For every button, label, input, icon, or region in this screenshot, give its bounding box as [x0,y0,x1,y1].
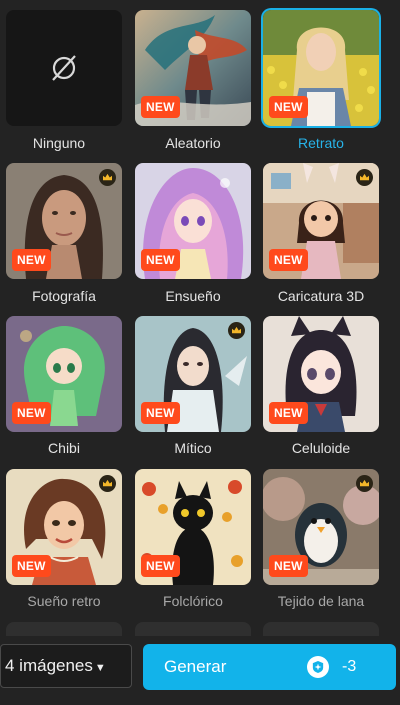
new-badge: NEW [12,555,51,577]
style-tile-caricatura-3d[interactable]: NEW [263,163,379,279]
style-tile-none[interactable] [6,10,122,126]
style-label: Folclórico [163,593,223,609]
style-label: Ensueño [165,288,221,304]
style-label: Chibi [48,440,80,456]
empty-set-icon [52,55,76,81]
new-badge: NEW [269,96,308,118]
style-tile-ensueno[interactable]: NEW [135,163,251,279]
style-label: Retrato [298,135,344,151]
new-badge: NEW [12,402,51,424]
style-label: Tejido de lana [277,593,365,609]
new-badge: NEW [269,402,308,424]
style-tile-retrato[interactable]: NEW [263,10,379,126]
style-tile-sueno-retro[interactable]: NEW [6,469,122,585]
style-label: Caricatura 3D [277,288,365,304]
style-label: Aleatorio [165,135,221,151]
crown-icon [99,475,116,492]
crown-icon [356,169,373,186]
image-count-select[interactable]: 4 imágenes ▼ [0,644,132,688]
image-count-value: 4 imágenes [5,656,93,675]
style-label: Fotografía [32,288,96,304]
credit-cost: -3 [342,658,357,675]
style-tile-aleatorio[interactable]: NEW [135,10,251,126]
style-label: Mítico [174,440,212,456]
crown-icon [228,322,245,339]
style-tile-chibi[interactable]: NEW [6,316,122,432]
new-badge: NEW [12,249,51,271]
crown-icon [99,169,116,186]
style-tile-fotografia[interactable]: NEW [6,163,122,279]
generate-label: Generar [164,657,227,676]
style-label: Ninguno [32,135,86,151]
style-tile-tejido-de-lana[interactable]: NEW [263,469,379,585]
footer-bar: 4 imágenes ▼ Generar -3 [0,636,400,705]
generate-button[interactable]: Generar -3 [143,644,396,690]
new-badge: NEW [141,402,180,424]
style-label: Celuloide [291,440,351,456]
new-badge: NEW [141,249,180,271]
credit-gem-icon [307,656,329,678]
new-badge: NEW [141,555,180,577]
crown-icon [356,475,373,492]
new-badge: NEW [269,555,308,577]
style-tile-celuloide[interactable]: NEW [263,316,379,432]
style-label: Sueño retro [27,593,101,609]
style-tile-mitico[interactable]: NEW [135,316,251,432]
new-badge: NEW [141,96,180,118]
new-badge: NEW [269,249,308,271]
caret-down-icon: ▼ [94,662,106,674]
style-tile-folclorico[interactable]: NEW [135,469,251,585]
